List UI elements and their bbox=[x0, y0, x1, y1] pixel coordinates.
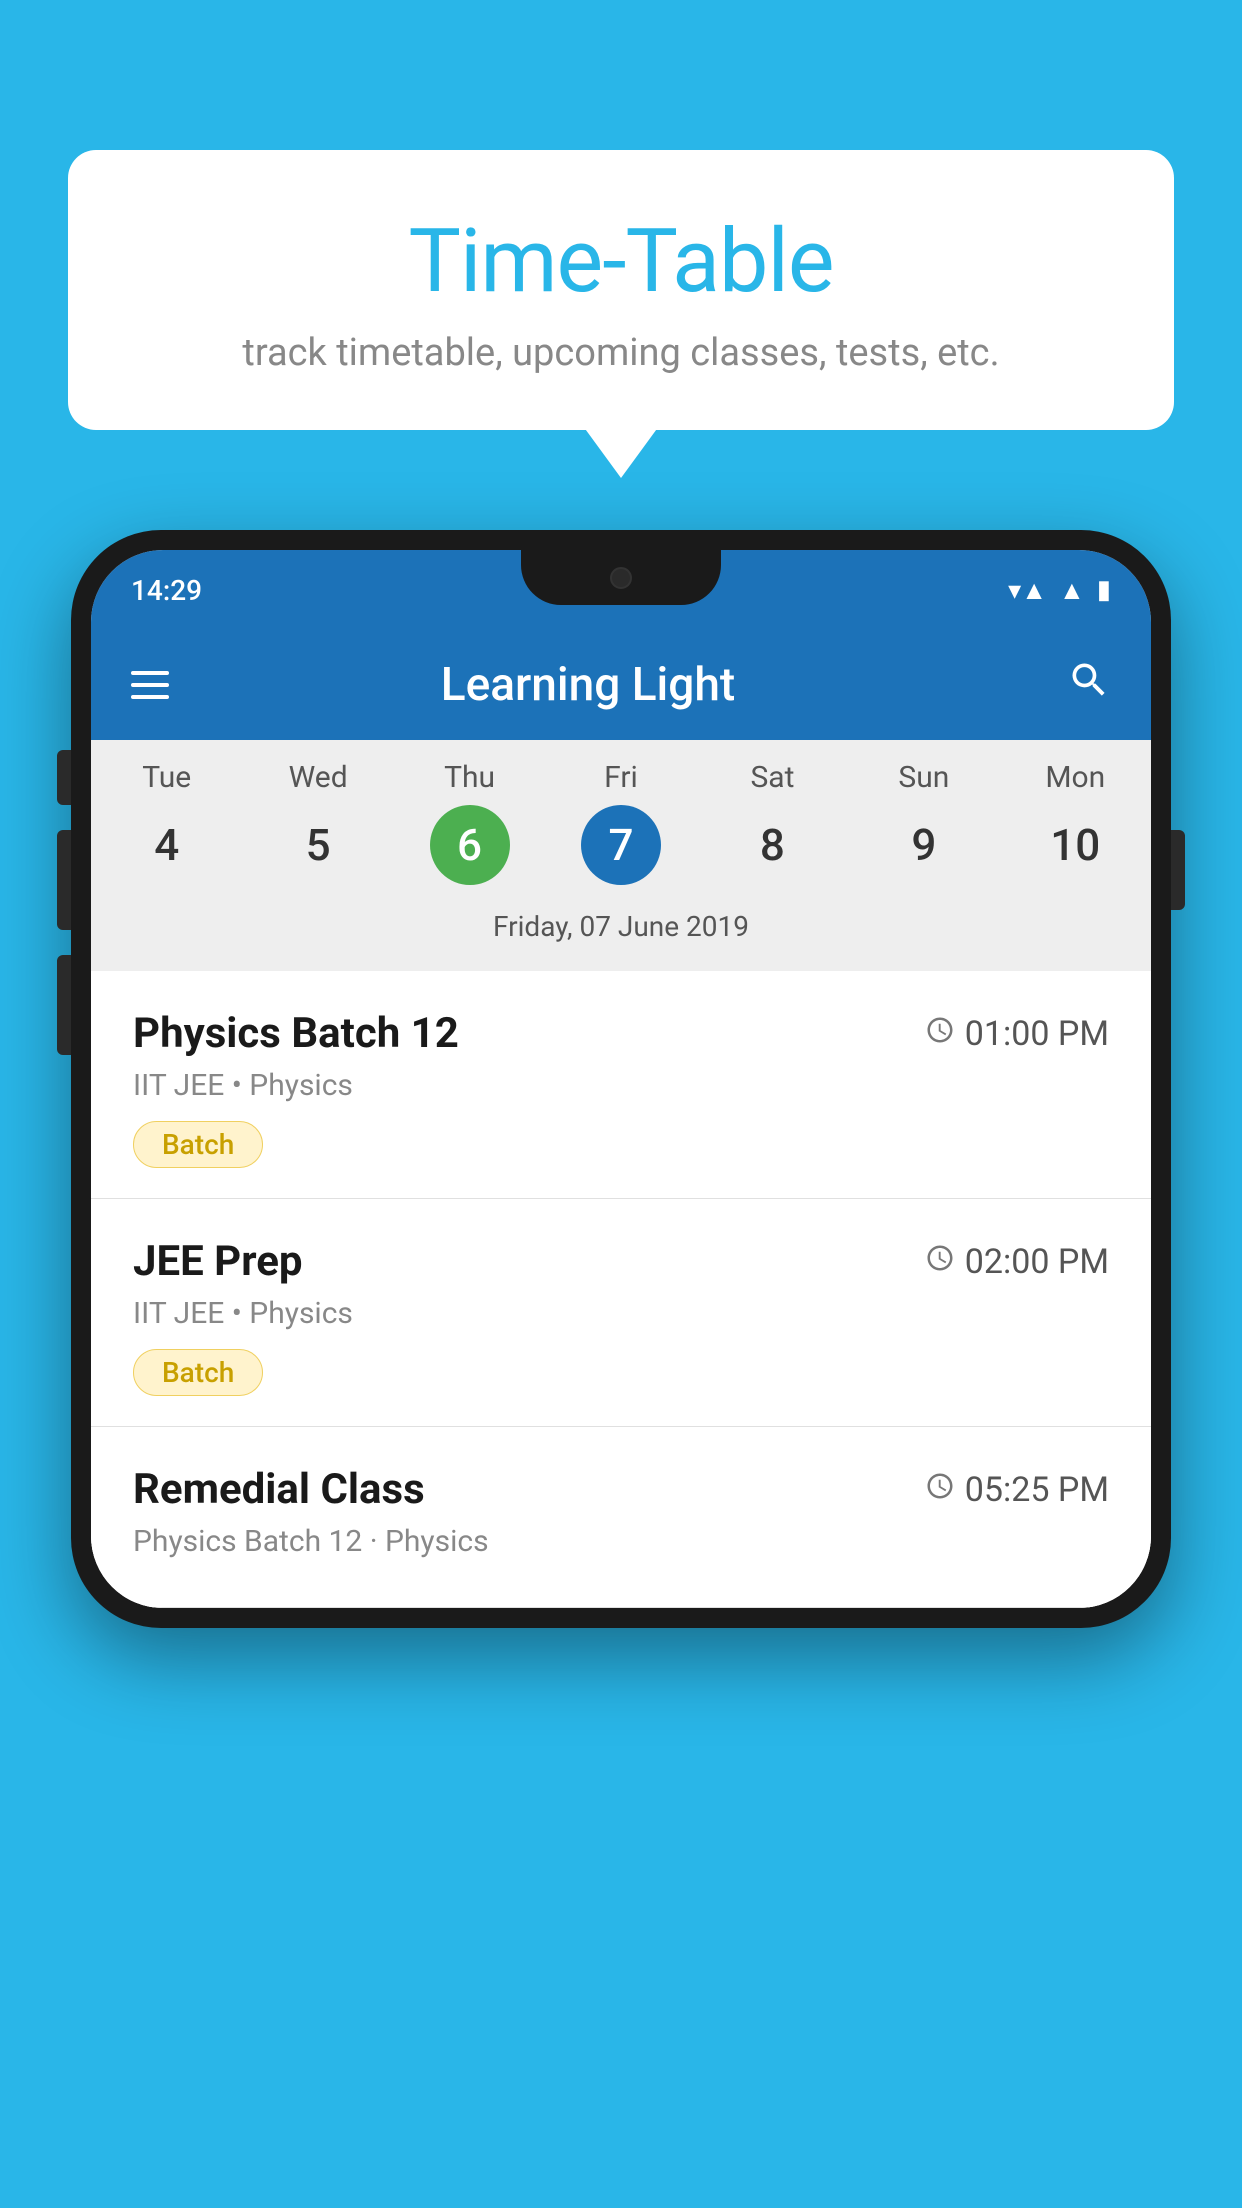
hamburger-menu[interactable] bbox=[131, 671, 169, 699]
phone-outer: 14:29 ▾▲ ▲ ▮ Learning Light bbox=[71, 530, 1171, 1628]
class-time-3: 05:25 PM bbox=[925, 1470, 1109, 1510]
schedule-item-remedial[interactable]: Remedial Class 05:25 PM Physics Batch 12… bbox=[91, 1427, 1151, 1608]
clock-icon-2 bbox=[925, 1243, 955, 1281]
class-name-2: JEE Prep bbox=[133, 1237, 303, 1286]
volume-down-button bbox=[57, 955, 71, 1055]
battery-icon: ▮ bbox=[1097, 575, 1111, 605]
speech-bubble-container: Time-Table track timetable, upcoming cla… bbox=[68, 150, 1174, 430]
class-time-2: 02:00 PM bbox=[925, 1242, 1109, 1282]
batch-badge-1: Batch bbox=[133, 1121, 263, 1168]
day-numbers: 4 5 6 7 8 9 10 bbox=[91, 805, 1151, 885]
day-9[interactable]: 9 bbox=[884, 805, 964, 885]
speech-bubble: Time-Table track timetable, upcoming cla… bbox=[68, 150, 1174, 430]
bubble-title: Time-Table bbox=[118, 210, 1124, 313]
status-bar: 14:29 ▾▲ ▲ ▮ bbox=[91, 550, 1151, 630]
class-name-3: Remedial Class bbox=[133, 1465, 425, 1514]
day-header-thu: Thu bbox=[394, 760, 545, 795]
bubble-subtitle: track timetable, upcoming classes, tests… bbox=[118, 331, 1124, 375]
day-headers: Tue Wed Thu Fri Sat Sun Mon bbox=[91, 760, 1151, 795]
time-text-1: 01:00 PM bbox=[965, 1014, 1109, 1054]
status-time: 14:29 bbox=[131, 574, 202, 607]
item-header-1: Physics Batch 12 01:00 PM bbox=[133, 1009, 1109, 1058]
class-time-1: 01:00 PM bbox=[925, 1014, 1109, 1054]
class-details-3: Physics Batch 12 · Physics bbox=[133, 1524, 1109, 1559]
day-6-today[interactable]: 6 bbox=[430, 805, 510, 885]
day-10[interactable]: 10 bbox=[1035, 805, 1115, 885]
day-5[interactable]: 5 bbox=[278, 805, 358, 885]
search-button[interactable] bbox=[1067, 658, 1111, 713]
item-header-3: Remedial Class 05:25 PM bbox=[133, 1465, 1109, 1514]
day-7-selected[interactable]: 7 bbox=[581, 805, 661, 885]
class-name-1: Physics Batch 12 bbox=[133, 1009, 459, 1058]
signal-icon: ▲ bbox=[1059, 575, 1085, 606]
day-header-sat: Sat bbox=[697, 760, 848, 795]
day-header-mon: Mon bbox=[1000, 760, 1151, 795]
schedule-list: Physics Batch 12 01:00 PM IIT JEE • Phys… bbox=[91, 971, 1151, 1608]
class-details-1: IIT JEE • Physics bbox=[133, 1068, 1109, 1103]
power-button bbox=[1171, 830, 1185, 910]
day-4[interactable]: 4 bbox=[127, 805, 207, 885]
calendar-strip: Tue Wed Thu Fri Sat Sun Mon 4 5 6 7 8 9 … bbox=[91, 740, 1151, 971]
day-header-tue: Tue bbox=[91, 760, 242, 795]
phone-screen: 14:29 ▾▲ ▲ ▮ Learning Light bbox=[91, 550, 1151, 1608]
clock-icon-3 bbox=[925, 1471, 955, 1509]
day-header-sun: Sun bbox=[848, 760, 999, 795]
clock-icon-1 bbox=[925, 1015, 955, 1053]
phone-mockup: 14:29 ▾▲ ▲ ▮ Learning Light bbox=[71, 530, 1171, 1628]
status-icons: ▾▲ ▲ ▮ bbox=[1008, 575, 1111, 606]
app-title: Learning Light bbox=[199, 658, 977, 712]
silent-button bbox=[57, 750, 71, 805]
schedule-item-jee-prep[interactable]: JEE Prep 02:00 PM IIT JEE • Physics Batc… bbox=[91, 1199, 1151, 1427]
camera bbox=[610, 567, 632, 589]
day-header-wed: Wed bbox=[242, 760, 393, 795]
time-text-2: 02:00 PM bbox=[965, 1242, 1109, 1282]
day-8[interactable]: 8 bbox=[732, 805, 812, 885]
class-details-2: IIT JEE • Physics bbox=[133, 1296, 1109, 1331]
item-header-2: JEE Prep 02:00 PM bbox=[133, 1237, 1109, 1286]
notch bbox=[521, 550, 721, 605]
selected-date: Friday, 07 June 2019 bbox=[91, 900, 1151, 961]
app-bar: Learning Light bbox=[91, 630, 1151, 740]
schedule-item-physics-batch[interactable]: Physics Batch 12 01:00 PM IIT JEE • Phys… bbox=[91, 971, 1151, 1199]
day-header-fri: Fri bbox=[545, 760, 696, 795]
time-text-3: 05:25 PM bbox=[965, 1470, 1109, 1510]
volume-up-button bbox=[57, 830, 71, 930]
batch-badge-2: Batch bbox=[133, 1349, 263, 1396]
wifi-icon: ▾▲ bbox=[1008, 575, 1047, 606]
